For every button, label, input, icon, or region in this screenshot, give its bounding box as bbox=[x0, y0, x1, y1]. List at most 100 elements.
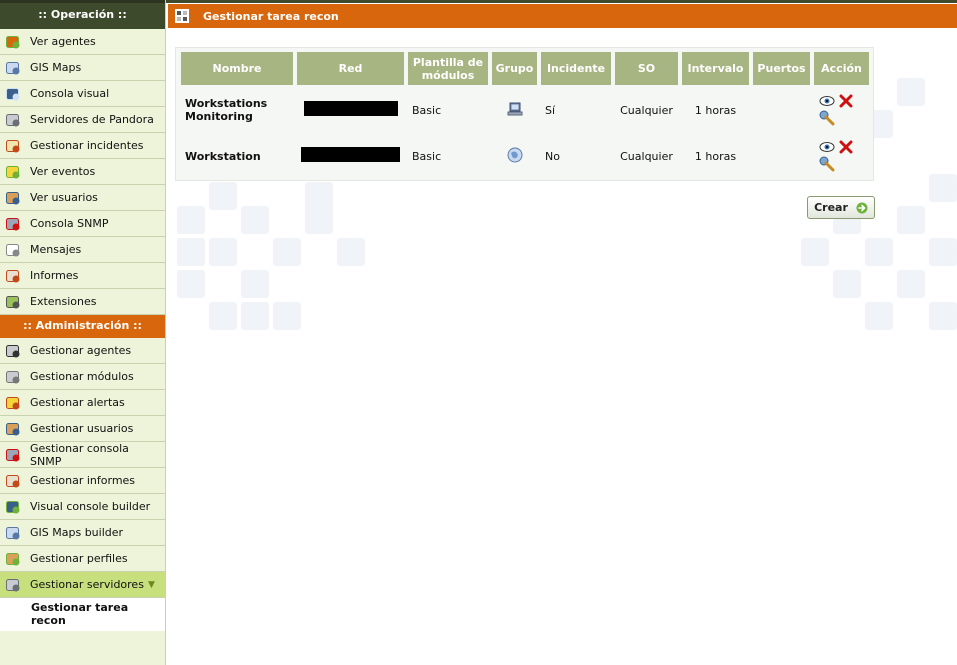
events-icon bbox=[4, 163, 22, 181]
cell-plantilla: Basic bbox=[412, 103, 442, 117]
sidebar-item-gestionar-usuarios[interactable]: Gestionar usuarios bbox=[0, 416, 165, 442]
table-row: Workstations Monitoring Basic Sí Cualqui… bbox=[181, 89, 869, 131]
cell-so: Cualquier bbox=[620, 103, 673, 117]
sidebar-item-label: Ver eventos bbox=[30, 165, 96, 178]
sidebar-item-visual-console-builder[interactable]: Visual console builder bbox=[0, 494, 165, 520]
cell-accion bbox=[814, 135, 869, 177]
sidebar-item-label: Gestionar agentes bbox=[30, 344, 132, 357]
sidebar-item-gestionar-módulos[interactable]: Gestionar módulos bbox=[0, 364, 165, 390]
sidebar-item-gestionar-consola-snmp[interactable]: Gestionar consola SNMP bbox=[0, 442, 165, 468]
delete-icon[interactable] bbox=[839, 140, 853, 154]
edit-wrench-icon[interactable] bbox=[819, 110, 835, 126]
monitor-icon bbox=[4, 85, 22, 103]
sidebar-item-label: Informes bbox=[30, 269, 79, 282]
cell-so: Cualquier bbox=[620, 149, 673, 163]
sidebar-item-informes[interactable]: Informes bbox=[0, 263, 165, 289]
sidebar-item-gestionar-perfiles[interactable]: Gestionar perfiles bbox=[0, 546, 165, 572]
reports-icon bbox=[4, 472, 22, 490]
sidebar-item-label: Servidores de Pandora bbox=[30, 113, 154, 126]
server-icon bbox=[4, 576, 22, 594]
globe-icon bbox=[4, 524, 22, 542]
col-grupo: Grupo bbox=[492, 52, 537, 85]
modules-icon bbox=[4, 368, 22, 386]
sidebar-item-label: Visual console builder bbox=[30, 500, 151, 513]
agents-icon bbox=[4, 33, 22, 51]
sidebar-item-label: Gestionar módulos bbox=[30, 370, 134, 383]
sidebar-item-consola-snmp[interactable]: Consola SNMP bbox=[0, 211, 165, 237]
cell-plantilla: Basic bbox=[412, 149, 442, 163]
cell-nombre: Workstations Monitoring bbox=[185, 97, 268, 123]
top-border bbox=[166, 0, 957, 3]
sidebar-item-servidores-de-pandora[interactable]: Servidores de Pandora bbox=[0, 107, 165, 133]
sidebar-item-label: Ver agentes bbox=[30, 35, 96, 48]
col-so: SO bbox=[615, 52, 678, 85]
sidebar-item-ver-agentes[interactable]: Ver agentes bbox=[0, 29, 165, 55]
sidebar-item-label: Gestionar alertas bbox=[30, 396, 125, 409]
sidebar-item-label: Consola visual bbox=[30, 87, 110, 100]
manage-users-icon bbox=[4, 420, 22, 438]
sidebar-item-label: Gestionar incidentes bbox=[30, 139, 144, 152]
incident-icon bbox=[4, 137, 22, 155]
sidebar-item-label: GIS Maps builder bbox=[30, 526, 124, 539]
sidebar-item-ver-usuarios[interactable]: Ver usuarios bbox=[0, 185, 165, 211]
reports-icon bbox=[4, 267, 22, 285]
server-icon bbox=[4, 111, 22, 129]
cell-nombre: Workstation bbox=[185, 149, 261, 163]
col-puertos: Puertos bbox=[753, 52, 810, 85]
manage-agents-icon bbox=[4, 342, 22, 360]
sidebar-item-ver-eventos[interactable]: Ver eventos bbox=[0, 159, 165, 185]
globe-icon bbox=[4, 59, 22, 77]
cell-grupo bbox=[492, 89, 537, 131]
cell-incidente: No bbox=[545, 149, 560, 163]
computer-group-icon bbox=[507, 102, 522, 115]
sidebar-item-label: Gestionar usuarios bbox=[30, 422, 134, 435]
sidebar-item-label: GIS Maps bbox=[30, 61, 82, 74]
window-icon bbox=[175, 9, 189, 23]
sidebar-subitem-gestionar-tarea-recon[interactable]: Gestionar tarea recon bbox=[0, 598, 165, 631]
cell-intervalo: 1 horas bbox=[694, 149, 737, 163]
cell-intervalo: 1 horas bbox=[694, 103, 737, 117]
col-plantilla: Plantilla de módulos bbox=[408, 52, 488, 85]
sidebar-item-gis-maps-builder[interactable]: GIS Maps builder bbox=[0, 520, 165, 546]
edit-wrench-icon[interactable] bbox=[819, 156, 835, 172]
crear-button-label: Crear bbox=[814, 201, 848, 214]
delete-icon[interactable] bbox=[839, 94, 853, 108]
sidebar-item-extensiones[interactable]: Extensiones bbox=[0, 289, 165, 315]
sidebar-item-label: Ver usuarios bbox=[30, 191, 98, 204]
cell-accion bbox=[814, 89, 869, 131]
operacion-menu: Ver agentes GIS Maps Consola visual Servido… bbox=[0, 29, 165, 315]
snmp-icon bbox=[4, 446, 22, 464]
col-red: Red bbox=[297, 52, 404, 85]
cell-red-redacted bbox=[297, 135, 404, 177]
extensions-icon bbox=[4, 293, 22, 311]
sidebar-item-gestionar-incidentes[interactable]: Gestionar incidentes bbox=[0, 133, 165, 159]
sidebar-item-gestionar-servidores[interactable]: Gestionar servidores ▼ bbox=[0, 572, 165, 598]
col-incidente: Incidente bbox=[541, 52, 611, 85]
crear-button[interactable]: Crear bbox=[807, 196, 875, 219]
view-eye-icon[interactable] bbox=[819, 141, 835, 153]
col-accion: Acción bbox=[814, 52, 869, 85]
chevron-down-icon: ▼ bbox=[147, 579, 155, 590]
alerts-icon bbox=[4, 394, 22, 412]
sidebar-item-consola-visual[interactable]: Consola visual bbox=[0, 81, 165, 107]
cell-grupo bbox=[492, 135, 537, 177]
snmp-icon bbox=[4, 215, 22, 233]
col-nombre: Nombre bbox=[181, 52, 293, 85]
sidebar-item-gestionar-informes[interactable]: Gestionar informes bbox=[0, 468, 165, 494]
sidebar-item-gestionar-agentes[interactable]: Gestionar agentes bbox=[0, 338, 165, 364]
view-eye-icon[interactable] bbox=[819, 95, 835, 107]
sidebar-item-label: Gestionar consola SNMP bbox=[30, 441, 129, 468]
table-header-row: Nombre Red Plantilla de módulos Grupo In… bbox=[181, 52, 869, 85]
users-icon bbox=[4, 189, 22, 207]
sidebar-item-gis-maps[interactable]: GIS Maps bbox=[0, 55, 165, 81]
cell-red-redacted bbox=[297, 89, 404, 131]
sidebar-item-gestionar-alertas[interactable]: Gestionar alertas bbox=[0, 390, 165, 416]
sidebar-item-label: Gestionar servidores bbox=[30, 578, 144, 591]
envelope-icon bbox=[4, 241, 22, 259]
sidebar-item-mensajes[interactable]: Mensajes bbox=[0, 237, 165, 263]
sidebar-item-label: Gestionar perfiles bbox=[30, 552, 128, 565]
arrow-right-icon bbox=[856, 202, 868, 213]
operacion-header: :: Operación :: bbox=[0, 0, 165, 29]
recon-tasks-table: Nombre Red Plantilla de módulos Grupo In… bbox=[175, 47, 874, 181]
administracion-menu: Gestionar agentes Gestionar módulos Gestio… bbox=[0, 338, 165, 598]
